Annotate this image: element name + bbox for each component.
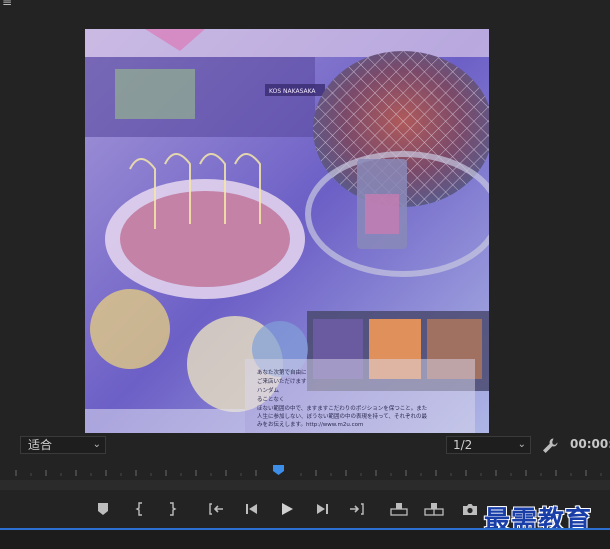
step-back-icon [246,504,257,514]
lift-icon [390,503,408,516]
preview-caption-line-6: 人生に参加しない、ぼうない範囲の中の表現を持って、それぞれの最 [257,412,427,420]
preview-caption-line-4: ることなく [257,396,284,403]
go-to-in-icon [209,503,223,515]
time-ruler[interactable] [0,462,610,480]
panel-bottom-area [0,530,610,549]
program-preview[interactable]: KOS NAKASAKA あなた次第で自由に ご来店いただけます ハンダム るこ… [85,29,489,433]
camera-icon [463,503,477,515]
chevron-down-icon: ⌄ [517,439,526,450]
zoom-scroll-bar[interactable] [0,480,610,490]
playhead-timecode[interactable]: 00:00: [570,437,610,451]
preview-frame-art: KOS NAKASAKA あなた次第で自由に ご来店いただけます ハンダム るこ… [85,29,489,433]
mark-in-button[interactable] [130,498,150,520]
go-to-out-button[interactable] [346,498,366,520]
go-to-out-icon [350,503,364,515]
preview-caption-line-3: ハンダム [257,386,280,394]
playback-resolution-dropdown[interactable]: 1/2 ⌄ [446,436,531,454]
mark-out-icon [170,502,177,516]
preview-caption-line-5: ほない範囲の中で、ますますこだわりのポジションを保つこと。また [257,404,427,412]
preview-caption-line-1: あなた次第で自由に [257,368,307,376]
extract-icon [424,503,444,516]
preview-caption-line-7: みをお伝えします。http://www.m2u.com [257,420,363,428]
export-frame-button[interactable] [460,498,480,520]
chevron-down-icon: ⌄ [92,439,101,450]
play-icon [282,503,293,515]
step-forward-button[interactable] [312,498,332,520]
panel-menu-icon[interactable]: ≡ [2,0,12,8]
extract-button[interactable] [424,498,444,520]
play-button[interactable] [277,498,297,520]
program-monitor: ≡ KOS NAKASAKA あなた次第で自由に ご来店いただけます ハンダム … [0,0,610,549]
go-to-in-button[interactable] [207,498,227,520]
mark-out-button[interactable] [162,498,182,520]
zoom-fit-value: 适合 [28,438,53,452]
preview-caption-line-2: ご来店いただけます [257,377,307,385]
lift-button[interactable] [389,498,409,520]
add-marker-button[interactable] [93,498,113,520]
marker-icon [98,503,108,515]
playhead-handle[interactable] [273,465,284,475]
step-forward-icon [317,504,328,514]
preview-sign-text: KOS NAKASAKA [269,88,316,95]
step-back-button[interactable] [242,498,262,520]
mark-in-icon [135,502,142,516]
zoom-fit-dropdown[interactable]: 适合 ⌄ [20,436,106,454]
playback-resolution-value: 1/2 [453,438,473,452]
wrench-icon[interactable] [541,437,559,455]
